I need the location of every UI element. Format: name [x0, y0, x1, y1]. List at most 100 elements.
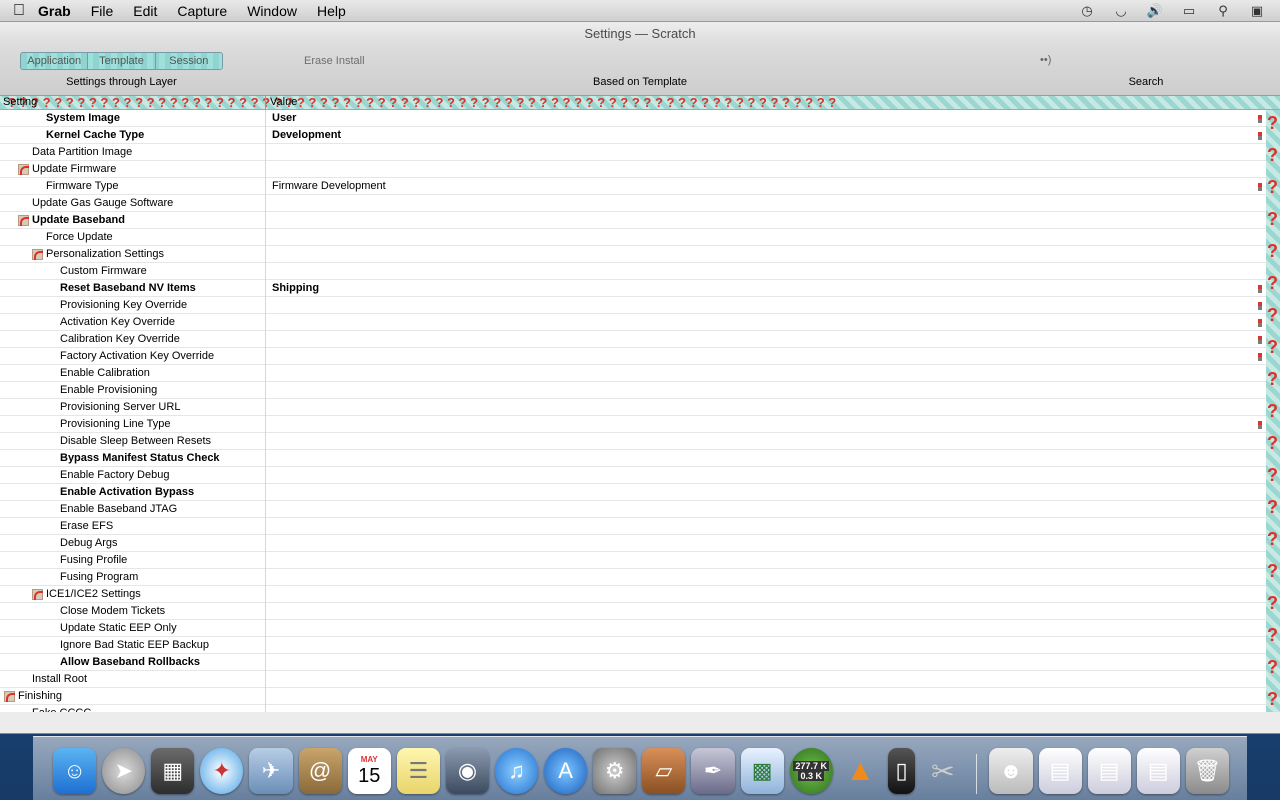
system-preferences-icon[interactable]: ⚙	[593, 748, 637, 794]
setting-value[interactable]: Development	[272, 127, 341, 143]
table-row[interactable]: Allow Baseband Rollbacks	[0, 654, 1266, 671]
minimized-window-2-icon[interactable]: ▤	[1087, 748, 1131, 794]
wifi-icon[interactable]: ◡	[1112, 3, 1130, 19]
time-machine-icon[interactable]: ◷	[1078, 3, 1096, 19]
table-row[interactable]: Personalization Settings	[0, 246, 1266, 263]
launchpad-icon[interactable]: ➤	[102, 748, 146, 794]
override-indicator-icon[interactable]	[4, 691, 15, 702]
itunes-icon[interactable]: ♫	[494, 748, 539, 794]
preview-thumbnail-icon[interactable]: ☻	[989, 748, 1033, 794]
table-row[interactable]: Update Gas Gauge Software	[0, 195, 1266, 212]
setting-value[interactable]: Firmware Development	[272, 178, 386, 194]
table-row[interactable]: Activation Key Override	[0, 314, 1266, 331]
table-row[interactable]: Fusing Profile	[0, 552, 1266, 569]
search-control[interactable]: ••)	[1040, 54, 1051, 66]
setting-name: Provisioning Line Type	[60, 418, 171, 430]
table-row[interactable]: Update Static EEP Only	[0, 620, 1266, 637]
table-row[interactable]: Update Baseband	[0, 212, 1266, 229]
table-row[interactable]: Ignore Bad Static EEP Backup	[0, 637, 1266, 654]
notes-icon[interactable]: ☰	[396, 748, 440, 794]
table-row[interactable]: Kernel Cache Type Development	[0, 127, 1266, 144]
mail-icon[interactable]: ✈	[249, 748, 293, 794]
setting-value[interactable]: Shipping	[272, 280, 319, 296]
menu-capture[interactable]: Capture	[177, 3, 227, 19]
table-row[interactable]: Reset Baseband NV Items Shipping	[0, 280, 1266, 297]
setting-name: Kernel Cache Type	[46, 129, 145, 141]
column-header-setting[interactable]: Setting	[3, 96, 37, 109]
table-row[interactable]: Finishing	[0, 688, 1266, 705]
column-divider	[265, 705, 266, 712]
photo-booth-icon[interactable]: ▦	[151, 748, 195, 794]
question-mark-icon: ?	[1267, 593, 1278, 613]
numbers-icon[interactable]: ▩	[740, 748, 784, 794]
table-row[interactable]: Enable Calibration	[0, 365, 1266, 382]
table-row[interactable]: Calibration Key Override	[0, 331, 1266, 348]
iphone-config-icon[interactable]: ▯	[887, 748, 916, 794]
notification-icon[interactable]: ▣	[1248, 3, 1266, 19]
battery-icon[interactable]: ▭	[1180, 3, 1198, 19]
dock: ☺ ➤ ▦ ✦ ✈ @ MAY 15 ☰ ◉ ♫ A ⚙ ▱ ✒ ▩ 277.7…	[33, 736, 1247, 800]
apple-menu-icon[interactable]: 	[0, 2, 38, 20]
table-row[interactable]: Bypass Manifest Status Check	[0, 450, 1266, 467]
table-row[interactable]: Enable Factory Debug	[0, 467, 1266, 484]
layer-segmented-control[interactable]: Application Template Session	[20, 52, 223, 70]
erase-install-button[interactable]: Erase Install	[304, 55, 365, 67]
minimized-window-1-icon[interactable]: ▤	[1038, 748, 1082, 794]
table-row[interactable]: Enable Baseband JTAG	[0, 501, 1266, 518]
menu-window[interactable]: Window	[247, 3, 297, 19]
facetime-icon[interactable]: ◉	[445, 748, 489, 794]
app-store-icon[interactable]: A	[544, 748, 588, 794]
table-row[interactable]: Close Modem Tickets	[0, 603, 1266, 620]
table-row[interactable]: Update Firmware	[0, 161, 1266, 178]
table-row[interactable]: Fake CCCC	[0, 705, 1266, 712]
column-header-value[interactable]: Value	[270, 96, 297, 109]
segment-application[interactable]: Application	[21, 53, 89, 69]
volume-icon[interactable]: 🔊	[1146, 3, 1164, 19]
table-row[interactable]: Disable Sleep Between Resets	[0, 433, 1266, 450]
vlc-icon[interactable]: ▲	[839, 748, 882, 794]
table-row[interactable]: Factory Activation Key Override	[0, 348, 1266, 365]
segment-template[interactable]: Template	[88, 53, 156, 69]
column-divider[interactable]	[265, 96, 266, 110]
table-row[interactable]: Enable Activation Bypass	[0, 484, 1266, 501]
safari-icon[interactable]: ✦	[200, 748, 244, 794]
override-indicator-icon[interactable]	[18, 215, 29, 226]
scissors-icon[interactable]: ✂	[921, 748, 964, 794]
spotlight-search-icon[interactable]: ⚲	[1214, 3, 1232, 19]
setting-name: Custom Firmware	[60, 265, 147, 277]
calendar-icon[interactable]: MAY 15	[347, 748, 391, 794]
table-row[interactable]: Install Root	[0, 671, 1266, 688]
keynote-icon[interactable]: ▱	[642, 748, 686, 794]
override-indicator-icon[interactable]	[32, 249, 43, 260]
table-row[interactable]: Provisioning Server URL	[0, 399, 1266, 416]
override-indicator-icon[interactable]	[32, 589, 43, 600]
table-row[interactable]: Provisioning Line Type	[0, 416, 1266, 433]
table-row[interactable]: Data Partition Image	[0, 144, 1266, 161]
script-editor-icon[interactable]: ✒	[691, 748, 735, 794]
table-row[interactable]: Provisioning Key Override	[0, 297, 1266, 314]
download-meter-icon[interactable]: 277.7 K 0.3 K	[789, 748, 833, 794]
table-row[interactable]: Firmware Type Firmware Development	[0, 178, 1266, 195]
finder-icon[interactable]: ☺	[53, 748, 97, 794]
menu-help[interactable]: Help	[317, 3, 346, 19]
table-row[interactable]: Debug Args	[0, 535, 1266, 552]
table-row[interactable]: ICE1/ICE2 Settings	[0, 586, 1266, 603]
table-row[interactable]: Custom Firmware	[0, 263, 1266, 280]
override-indicator-icon[interactable]	[18, 164, 29, 175]
setting-value[interactable]: User	[272, 110, 296, 126]
trash-icon[interactable]: 🗑	[1185, 748, 1229, 794]
table-row[interactable]: Force Update	[0, 229, 1266, 246]
menu-edit[interactable]: Edit	[133, 3, 157, 19]
segment-session[interactable]: Session	[156, 53, 222, 69]
table-row[interactable]: Fusing Program	[0, 569, 1266, 586]
minimized-window-3-icon[interactable]: ▤	[1136, 748, 1180, 794]
question-mark-icon: ?	[1267, 497, 1278, 517]
menu-app-name[interactable]: Grab	[38, 3, 71, 19]
menu-file[interactable]: File	[91, 3, 114, 19]
column-divider	[265, 671, 266, 688]
table-row[interactable]: System Image User	[0, 110, 1266, 127]
table-row[interactable]: Erase EFS	[0, 518, 1266, 535]
contacts-icon[interactable]: @	[298, 748, 342, 794]
layer-marker-icon	[1258, 319, 1262, 327]
table-row[interactable]: Enable Provisioning	[0, 382, 1266, 399]
